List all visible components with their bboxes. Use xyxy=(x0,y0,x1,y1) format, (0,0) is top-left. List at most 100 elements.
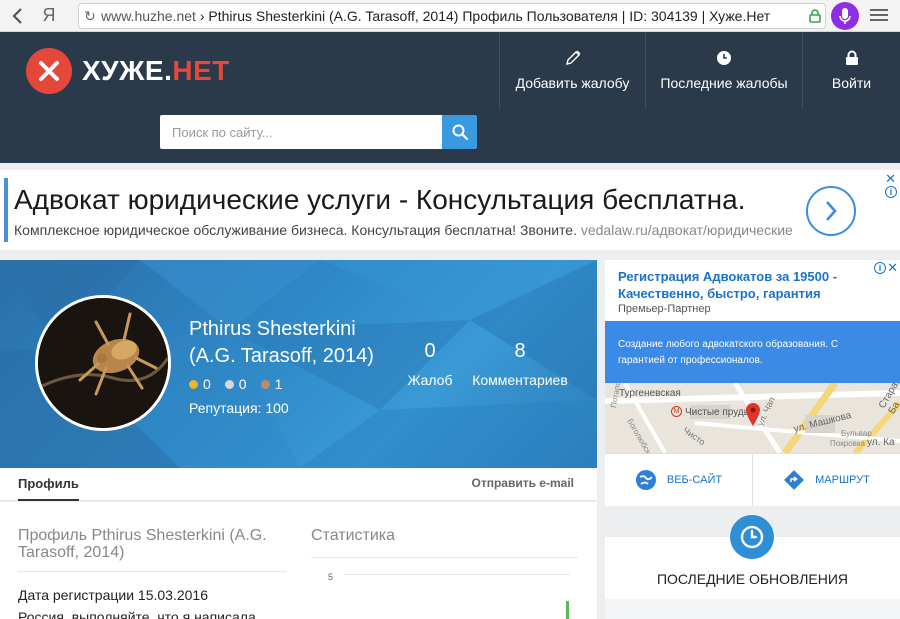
gold-medal-icon xyxy=(189,379,198,389)
yandex-icon: Я xyxy=(42,5,56,25)
recent-updates-title: ПОСЛЕДНИЕ ОБНОВЛЕНИЯ xyxy=(656,571,849,587)
comments-stat[interactable]: 8 Комментариев xyxy=(468,340,572,388)
chevron-left-icon xyxy=(12,7,22,24)
send-email-link[interactable]: Отправить e-mail xyxy=(472,468,575,501)
website-button[interactable]: ВЕБ-САЙТ xyxy=(605,454,753,506)
top-ad-banner[interactable]: Адвокат юридические услуги - Консультаци… xyxy=(0,170,900,250)
directions-icon xyxy=(783,469,805,491)
profile-section-title: Профиль Pthirus Shesterkini (A.G. Taraso… xyxy=(18,527,286,572)
clock-icon xyxy=(715,49,733,67)
silver-medal-icon xyxy=(224,379,234,389)
ad-url[interactable]: vedalaw.ru/адвокат/юридические xyxy=(581,222,793,238)
sidebar-ad-info-icon[interactable]: i xyxy=(874,262,886,274)
sidebar-ad-actions: ВЕБ-САЙТ МАРШРУТ xyxy=(605,453,900,506)
url-domain: www.huzhe.net xyxy=(101,8,196,24)
website-label: ВЕБ-САЙТ xyxy=(666,474,723,486)
address-bar[interactable]: ↻ www.huzhe.net › Pthirus Shesterkini (A… xyxy=(78,3,826,29)
hamburger-icon-line xyxy=(870,19,888,21)
sidebar-ad-map[interactable]: Тургеневская М Чистые пруды ул. Машкова … xyxy=(605,383,900,453)
search-icon xyxy=(452,124,468,140)
route-label: МАРШРУТ xyxy=(815,474,870,486)
sidebar-ad[interactable]: Регистрация Адвокатов за 19500 - Качеств… xyxy=(605,260,900,506)
browser-menu-button[interactable] xyxy=(868,6,890,26)
search-input[interactable] xyxy=(160,115,442,149)
globe-icon xyxy=(635,469,657,491)
add-complaint-button[interactable]: Добавить жалобу xyxy=(499,32,645,108)
sidebar-ad-advertiser: Премьер-Партнер xyxy=(618,303,711,315)
yandex-button[interactable]: Я xyxy=(34,0,64,32)
ad-description: Комплексное юридическое обслуживание биз… xyxy=(14,222,804,238)
ad-title[interactable]: Адвокат юридические услуги - Консультаци… xyxy=(14,184,746,216)
clock-badge-icon xyxy=(730,515,774,559)
url-separator: › xyxy=(195,8,209,24)
gold-count: 0 xyxy=(203,376,211,392)
search-button[interactable] xyxy=(442,115,477,149)
site-logo[interactable]: ХУЖЕ.НЕТ xyxy=(26,48,230,94)
registration-date: Дата регистрации 15.03.2016 xyxy=(18,587,208,603)
login-label: Войти xyxy=(831,75,872,91)
login-button[interactable]: Войти xyxy=(802,32,900,108)
complaints-stat[interactable]: 0 Жалоб xyxy=(405,340,455,388)
chart-bar xyxy=(566,601,569,619)
logo-accent: НЕТ xyxy=(172,55,230,86)
statistics-title: Статистика xyxy=(311,527,578,558)
map-label: ул. Ка xyxy=(867,437,895,448)
sidebar-ad-promo[interactable]: Создание любого адвокатского образования… xyxy=(605,321,900,383)
profile-banner: Pthirus Shesterkini (A.G. Tarasoff, 2014… xyxy=(0,260,597,468)
map-label: Бульвар xyxy=(841,429,872,438)
back-button[interactable] xyxy=(0,0,34,32)
comments-label: Комментариев xyxy=(472,372,568,388)
voice-search-button[interactable] xyxy=(831,2,859,30)
profile-content: Профиль Pthirus Shesterkini (A.G. Taraso… xyxy=(0,502,597,619)
x-logo-icon xyxy=(26,48,72,94)
hamburger-icon-line xyxy=(870,9,888,11)
silver-count: 0 xyxy=(238,376,247,392)
secure-lock-icon xyxy=(805,4,825,28)
chart-tick-label: 5 xyxy=(328,572,334,582)
bronze-count: 1 xyxy=(274,376,283,392)
chevron-right-icon xyxy=(826,201,837,221)
route-button[interactable]: МАРШРУТ xyxy=(753,454,900,506)
profile-tabs: Профиль Отправить e-mail xyxy=(0,468,597,501)
site-search xyxy=(160,115,477,149)
site-header: ХУЖЕ.НЕТ Добавить жалобу Последние жалоб… xyxy=(0,32,900,163)
add-complaint-label: Добавить жалобу xyxy=(515,75,630,91)
map-label: Чистые пруды xyxy=(685,407,751,418)
lock-icon xyxy=(843,49,861,67)
reload-icon[interactable]: ↻ xyxy=(79,8,101,25)
tab-profile[interactable]: Профиль xyxy=(18,468,79,501)
chart-gridline xyxy=(344,574,570,575)
sidebar-ad-promo-text: Создание любого адвокатского образования… xyxy=(618,339,839,366)
microphone-icon xyxy=(839,8,851,24)
ad-close-icon[interactable]: ✕ xyxy=(885,172,896,186)
url-text: www.huzhe.net › Pthirus Shesterkini (A.G… xyxy=(101,8,805,24)
comments-count: 8 xyxy=(514,340,526,362)
ad-info-icon[interactable]: i xyxy=(885,186,897,198)
complaints-count: 0 xyxy=(424,340,436,362)
insect-photo xyxy=(38,298,168,428)
map-label: Тургеневская xyxy=(619,388,681,399)
logo-text: ХУЖЕ.НЕТ xyxy=(82,55,230,87)
profile-name: Pthirus Shesterkini (A.G. Tarasoff, 2014… xyxy=(189,318,374,367)
sidebar-ad-title[interactable]: Регистрация Адвокатов за 19500 - Качеств… xyxy=(618,268,878,302)
header-nav: Добавить жалобу Последние жалобы Войти xyxy=(499,32,900,108)
pen-icon xyxy=(564,49,582,67)
ad-accent-bar xyxy=(4,178,8,242)
sidebar-ad-close-icon[interactable]: ✕ xyxy=(887,260,898,276)
profile-about-text: Россия, выполняйте, что я написала xyxy=(18,609,256,619)
complaints-label: Жалоб xyxy=(407,372,453,388)
url-path: Pthirus Shesterkini (A.G. Tarasoff, 2014… xyxy=(208,8,771,24)
hamburger-icon-line xyxy=(870,14,888,16)
medal-counts: 0 0 1 xyxy=(189,376,296,392)
recent-complaints-button[interactable]: Последние жалобы xyxy=(645,32,802,108)
ad-description-text: Комплексное юридическое обслуживание биз… xyxy=(14,222,577,238)
recent-updates-item[interactable] xyxy=(605,599,900,619)
logo-main: ХУЖЕ. xyxy=(82,55,173,86)
bronze-medal-icon xyxy=(260,379,270,389)
avatar xyxy=(35,295,171,431)
reputation: Репутация: 100 xyxy=(189,400,289,416)
ad-open-button[interactable] xyxy=(806,186,856,236)
metro-icon: М xyxy=(671,406,682,417)
recent-complaints-label: Последние жалобы xyxy=(660,75,788,91)
map-label: Покровка xyxy=(830,439,865,448)
